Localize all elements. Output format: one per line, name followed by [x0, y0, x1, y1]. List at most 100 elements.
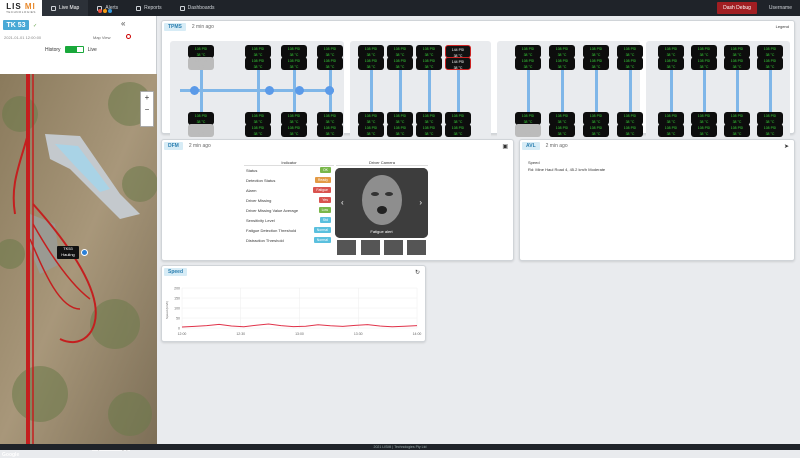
x-tick-label: 14:00 [413, 332, 422, 336]
dfm-status-badge: Normal [313, 237, 331, 243]
tire-sensor[interactable]: 108 PSI 38 °C [416, 124, 442, 137]
dfm-row-label: Detection Status [246, 177, 276, 183]
driver-camera-video[interactable]: ‹ › Fatigue alert [335, 168, 428, 238]
last-seen-timestamp: 2021-01-01 12:00:00 [4, 35, 42, 40]
axle-node [190, 86, 199, 95]
tire-sensor[interactable]: 108 PSI 38 °C [549, 124, 575, 137]
history-label: History [45, 46, 61, 53]
tire-sensor[interactable]: 108 PSI 38 °C [724, 124, 750, 137]
alert-icon[interactable] [126, 34, 131, 39]
video-thumbnail[interactable] [361, 240, 380, 255]
avl-tag: AVL [522, 142, 540, 150]
tire-sensor[interactable]: 108 PSI 38 °C [317, 124, 343, 137]
tpms-axle-bar [595, 69, 598, 114]
dfm-row: Fatigue Detection Threshold Normal [246, 225, 331, 235]
tire-sensor[interactable]: 108 PSI 38 °C [358, 124, 384, 137]
tire-sensor[interactable]: 108 PSI 38 °C [691, 124, 717, 137]
video-thumbnail[interactable] [384, 240, 403, 255]
tpms-group: TL1108 PSI38 °C108 PSI38 °C108 PSI38 °C1… [350, 41, 491, 147]
tire-sensor[interactable]: 108 PSI 38 °C [281, 124, 307, 137]
dfm-status-badge: Yes [319, 197, 331, 203]
tire-sensor[interactable]: 108 PSI 38 °C [387, 124, 413, 137]
video-thumbnail[interactable] [337, 240, 356, 255]
dfm-row-label: Distraction Threshold [246, 237, 284, 243]
tire-sensor[interactable]: 108 PSI 38 °C [358, 57, 384, 70]
live-toggle[interactable] [64, 46, 84, 53]
app-logo[interactable]: LIS MI TECHNOLOGIES [0, 0, 42, 16]
video-thumbnail[interactable] [407, 240, 426, 255]
tpms-axle-bar [257, 69, 260, 114]
video-caption: Fatigue alert [370, 229, 393, 234]
prev-video-icon[interactable]: ‹ [341, 198, 344, 207]
map-icon [51, 5, 56, 11]
dfm-status-badge: Normal [313, 227, 331, 233]
y-tick-label: 200 [174, 287, 180, 291]
dfm-row-label: Driver Missing Value Average [246, 207, 299, 213]
dfm-row: Distraction Threshold Normal [246, 235, 331, 245]
tpms-axle-bar [629, 69, 632, 114]
dfm-row: Driver Missing Yes [246, 195, 331, 205]
nav-live-map[interactable]: Live Map [42, 0, 89, 16]
tire-sensor[interactable]: 108 PSI 38 °C [757, 124, 783, 137]
vehicle-panel: TK 53 ✓ « 2021-01-01 12:00:00 Map View H… [0, 16, 157, 458]
tpms-axle-bar [703, 69, 706, 114]
tire-sensor[interactable]: 108 PSI 38 °C [583, 124, 609, 137]
avl-card: AVL 2 min ago ➤ Speed Rd: Mine Haul Road … [519, 139, 795, 261]
tire-sensor[interactable]: 108 PSI 38 °C [281, 57, 307, 70]
dfm-row: Detection Status Ready [246, 175, 331, 185]
tire-sensor[interactable]: 108 PSI 38 °C [724, 57, 750, 70]
dfm-tag: DFM [164, 142, 183, 150]
nav-reports[interactable]: Reports [127, 0, 171, 16]
map-view-link[interactable]: Map View [93, 35, 111, 40]
dashboard-debug-button[interactable]: Dash Debug [717, 2, 757, 14]
video-title: Driver Camera [336, 160, 428, 166]
tire-sensor[interactable]: 108 PSI 38 °C [583, 57, 609, 70]
tire-sensor[interactable]: 108 PSI 38 °C [317, 57, 343, 70]
nav-alerts[interactable]: Alerts [88, 0, 127, 16]
history-live-switch: History Live [45, 46, 97, 53]
tpms-axle-bar [736, 69, 739, 114]
dfm-status-badge: Low [318, 207, 331, 213]
nav-dashboards[interactable]: Dashboards [171, 0, 224, 16]
location-icon[interactable]: ➤ [784, 143, 789, 150]
tire-sensor[interactable]: 108 PSI 38 °C [691, 57, 717, 70]
y-axis-label: Speed (km/h) [165, 301, 169, 319]
x-tick-label: 12:30 [236, 332, 245, 336]
tpms-group: TL3108 PSI38 °C108 PSI38 °C108 PSI38 °C1… [646, 41, 790, 147]
tpms-legend[interactable]: Legend [776, 24, 789, 29]
dfm-row-label: Fatigue Detection Threshold [246, 227, 297, 233]
dfm-row-label: Status [246, 167, 258, 173]
tire-sensor[interactable]: 108 PSI 38 °C [387, 57, 413, 70]
tpms-axle-bar [399, 69, 402, 114]
tire-sensor[interactable]: 108 PSI 38 °C [416, 57, 442, 70]
camera-icon[interactable]: ▣ [502, 143, 508, 150]
tire-sensor[interactable]: 108 PSI 38 °C [245, 57, 271, 70]
tire-sensor[interactable]: 108 PSI 38 °C [658, 57, 684, 70]
user-menu[interactable]: Username [769, 5, 792, 11]
y-tick-label: 0 [178, 327, 180, 331]
tire-sensor[interactable]: 108 PSI 38 °C [445, 124, 471, 137]
alert-count-badges [98, 9, 113, 13]
tire-sensor[interactable]: 108 PSI 38 °C [245, 124, 271, 137]
tire-sensor[interactable]: 108 PSI 38 °C [188, 57, 214, 70]
tire-sensor[interactable]: 108 PSI 38 °C [515, 57, 541, 70]
dfm-indicator-table: Status OK Detection Status Ready Alarm Fatigu… [246, 165, 331, 245]
tire-sensor[interactable]: 108 PSI 38 °C [188, 124, 214, 137]
next-video-icon[interactable]: › [419, 198, 422, 207]
refresh-icon[interactable]: ↻ [415, 269, 420, 276]
google-logo: Google [2, 452, 20, 458]
map-zoom-control[interactable]: + − [140, 91, 154, 127]
tire-sensor[interactable]: 144 PSI 38 °C [445, 57, 471, 70]
tire-sensor[interactable]: 108 PSI 38 °C [617, 57, 643, 70]
y-tick-label: 50 [176, 317, 180, 321]
tire-sensor[interactable]: 108 PSI 38 °C [617, 124, 643, 137]
tire-sensor[interactable]: 108 PSI 38 °C [549, 57, 575, 70]
dfm-status-badge: Fatigue [313, 187, 331, 193]
dfm-status-badge: OK [319, 167, 331, 173]
tire-sensor[interactable]: 108 PSI 38 °C [515, 124, 541, 137]
satellite-map[interactable]: + − [0, 74, 157, 444]
tire-sensor[interactable]: 108 PSI 38 °C [658, 124, 684, 137]
collapse-panel-icon[interactable]: « [121, 19, 125, 28]
tire-sensor[interactable]: 108 PSI 38 °C [757, 57, 783, 70]
vehicle-marker[interactable]: TK53 Hauling [57, 246, 79, 259]
